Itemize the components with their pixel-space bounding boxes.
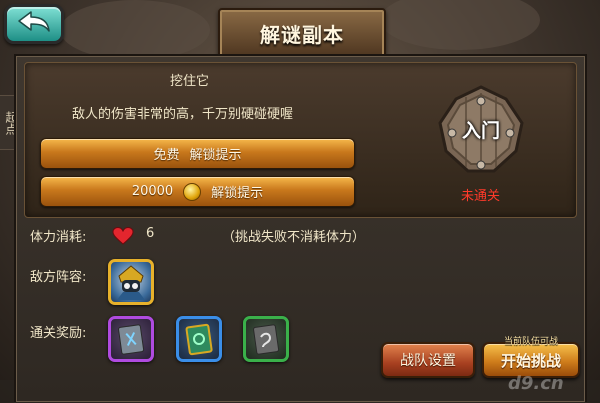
- reward-slot-1[interactable]: [108, 316, 154, 362]
- enemy-hero-portrait-icon: [117, 265, 145, 300]
- team-status-caption: 当前队伍可战: [503, 337, 558, 347]
- free-hint-button[interactable]: 免费 解锁提示: [40, 138, 355, 169]
- stamina-note: （挑战失败不消耗体力）: [222, 230, 366, 245]
- entrance-label: 入门: [461, 120, 500, 142]
- reward-slot-2[interactable]: [176, 316, 222, 362]
- back-arrow-icon: [17, 10, 51, 38]
- enemy-lineup-label: 敌方阵容:: [30, 270, 87, 285]
- watermark-text: d9.cn: [508, 373, 564, 394]
- page-title: 解谜副本: [218, 8, 386, 58]
- purple-rune-book-icon: [118, 324, 145, 355]
- clear-status: 未通关: [461, 189, 501, 204]
- green-rune-book-icon: [253, 324, 280, 355]
- free-hint-cost: 免费: [153, 148, 180, 163]
- rewards-label: 通关奖励:: [30, 326, 87, 341]
- reward-slot-3[interactable]: [243, 316, 289, 362]
- entrance-emblem-button[interactable]: 入门: [436, 85, 526, 175]
- enemy-hero-slot[interactable]: [108, 259, 154, 305]
- back-button[interactable]: [4, 4, 64, 44]
- level-description: 敌人的伤害非常的高，千万别硬碰硬喔: [72, 107, 294, 122]
- paid-hint-button[interactable]: 20000 解锁提示: [40, 176, 355, 207]
- free-hint-label: 解锁提示: [189, 148, 242, 163]
- gold-coin-icon: [183, 182, 202, 201]
- paid-hint-cost: 20000: [131, 184, 174, 199]
- stamina-value: 6: [146, 226, 155, 241]
- stamina-label: 体力消耗:: [30, 230, 87, 245]
- level-name: 挖住它: [170, 74, 210, 89]
- heart-icon: [112, 226, 134, 249]
- site-watermark: d9.cn: [448, 355, 598, 401]
- paid-hint-label: 解锁提示: [211, 186, 264, 201]
- blue-rune-book-icon: [185, 323, 213, 356]
